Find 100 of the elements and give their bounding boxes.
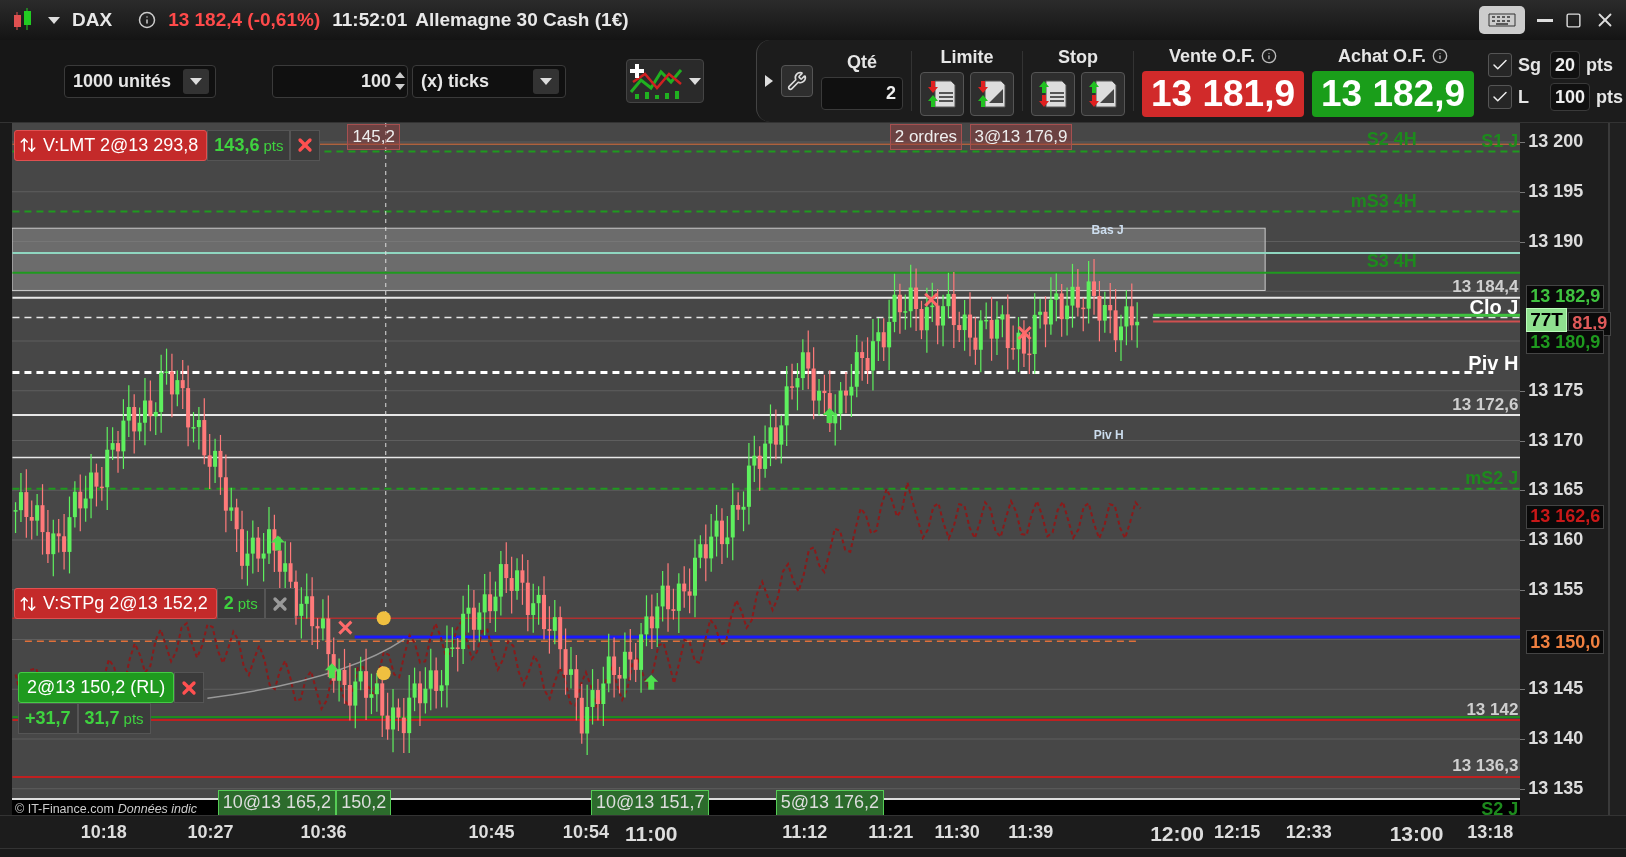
- dot-marker: [376, 611, 391, 626]
- price-tick-label: 13 135: [1528, 777, 1584, 799]
- level-label: S2 4H: [1366, 130, 1417, 148]
- disclaimer-text: Données indic: [117, 801, 198, 815]
- price-tick-label: 13 170: [1528, 429, 1584, 451]
- chart-plus-icon: [629, 62, 685, 100]
- ticks-mode-dropdown[interactable]: (x) ticks: [412, 64, 566, 98]
- execution-marker[interactable]: 5@13 176,2: [775, 789, 884, 815]
- info-icon[interactable]: [138, 11, 157, 29]
- execution-marker[interactable]: 10@13 151,7: [591, 789, 710, 815]
- quote-time: 11:52:01: [332, 9, 408, 31]
- level-label: Bas J: [1091, 224, 1124, 237]
- time-tick-label: 13:00: [1389, 822, 1444, 846]
- level-label: Clo J: [1469, 297, 1519, 317]
- cross-marker-icon: [923, 292, 939, 308]
- quantity-label: Qté: [847, 52, 877, 73]
- settings-button[interactable]: [781, 65, 813, 97]
- level-label: mS3 4H: [1350, 192, 1417, 211]
- info-icon[interactable]: [1261, 48, 1277, 64]
- instrument-name: Allemagne 30 Cash (1€): [415, 9, 629, 31]
- time-tick-label: 11:00: [624, 822, 678, 846]
- time-tick-label: 11:30: [934, 822, 980, 843]
- level-label: 13 184,4: [1452, 278, 1519, 296]
- units-dropdown[interactable]: 1000 unités: [64, 64, 216, 98]
- time-tick-label: 10:36: [300, 822, 347, 843]
- caret-icon: [190, 77, 202, 85]
- keyboard-button[interactable]: [1479, 6, 1525, 34]
- cancel-button[interactable]: [174, 672, 205, 704]
- level-label: S2 J: [1481, 800, 1519, 815]
- time-tick-label: 13:18: [1467, 822, 1514, 843]
- minimize-button[interactable]: [1537, 18, 1553, 22]
- checkbox[interactable]: [1488, 53, 1512, 77]
- position-pnl: +31,7: [18, 703, 78, 735]
- copyright-text: © IT-Finance.com: [15, 801, 114, 815]
- expand-arrow-icon[interactable]: [765, 75, 773, 87]
- price-tick-label: 13 195: [1528, 180, 1584, 202]
- up-arrow-icon: [270, 535, 285, 551]
- position-distance: 31,7 pts: [77, 703, 151, 735]
- price-tick-label: 13 165: [1528, 479, 1584, 501]
- sell-label: Vente O.F.: [1169, 45, 1255, 67]
- order-distance: 2 pts: [216, 588, 265, 620]
- order-marker[interactable]: 3@13 176,9: [969, 124, 1073, 150]
- order-type-button[interactable]: [920, 71, 964, 116]
- time-tick-label: 11:12: [782, 822, 828, 843]
- price-tag: 13 180,9: [1526, 330, 1605, 355]
- order-tag[interactable]: V:STPg 2@13 152,2: [14, 588, 217, 620]
- symbol-name[interactable]: DAX: [72, 9, 113, 31]
- up-arrow-icon: [644, 674, 659, 690]
- buy-price-button[interactable]: 13 182,9: [1312, 70, 1474, 117]
- time-tick-label: 10:45: [468, 822, 515, 843]
- cross-marker-icon: [337, 620, 353, 636]
- cross-marker-icon: [1017, 325, 1033, 341]
- order-distance: 143,6 pts: [207, 129, 291, 161]
- cancel-button[interactable]: [290, 129, 321, 161]
- order-type-button[interactable]: [1031, 71, 1075, 116]
- price-tag: 13 150,0: [1526, 630, 1605, 655]
- option-field[interactable]: 20: [1550, 51, 1581, 79]
- level-label: 13 142: [1466, 700, 1519, 718]
- option-field[interactable]: 100: [1550, 83, 1591, 111]
- drag-arrows-icon[interactable]: [19, 594, 37, 613]
- wrench-icon: [787, 71, 807, 91]
- order-type-button[interactable]: [1081, 71, 1125, 116]
- up-arrow-icon: [324, 663, 339, 679]
- limit-label: Limite: [940, 46, 994, 68]
- cancel-button[interactable]: [264, 588, 295, 620]
- position-tag[interactable]: 2@13 150,2 (RL): [18, 672, 175, 704]
- buy-label: Achat O.F.: [1338, 45, 1426, 67]
- time-tick-label: 11:39: [1008, 822, 1054, 843]
- price-tick-label: 13 200: [1528, 131, 1584, 152]
- minimize-icon: [1537, 18, 1553, 22]
- time-tick-label: 10:54: [562, 822, 609, 843]
- time-tick-label: 12:33: [1285, 822, 1332, 843]
- quote-change: 13 182,4 (-0,61%): [168, 9, 321, 31]
- checkbox[interactable]: [1488, 85, 1512, 109]
- indicator-button[interactable]: [626, 59, 704, 103]
- unit-label: pts: [1596, 86, 1624, 108]
- time-tick-label: 12:15: [1214, 822, 1261, 843]
- sell-price-button[interactable]: 13 181,9: [1142, 70, 1304, 117]
- caret-icon: [48, 16, 60, 24]
- order-type-button[interactable]: [970, 71, 1014, 116]
- level-label: Piv H: [1468, 353, 1519, 374]
- info-icon[interactable]: [1432, 48, 1448, 64]
- order-tag[interactable]: V:LMT 2@13 293,8: [14, 129, 208, 161]
- ticks-spinner[interactable]: 100: [272, 64, 408, 98]
- maximize-button[interactable]: [1565, 11, 1582, 29]
- price-tag: 13 182,9: [1526, 284, 1605, 309]
- time-tick-label: 10:18: [80, 822, 127, 843]
- price-tick-label: 13 175: [1528, 379, 1584, 401]
- unit-label: pts: [1586, 54, 1614, 76]
- time-tick-label: 11:21: [868, 822, 914, 843]
- drag-arrows-icon[interactable]: [19, 136, 37, 155]
- execution-marker[interactable]: 10@13 165,2: [217, 789, 337, 815]
- level-label: Piv H: [1093, 428, 1124, 441]
- time-tick-label: 12:00: [1150, 822, 1204, 846]
- caret-icon: [689, 77, 701, 85]
- order-marker[interactable]: 145,2: [347, 124, 400, 150]
- maximize-icon: [1565, 11, 1582, 29]
- execution-marker[interactable]: 150,2: [336, 789, 392, 815]
- order-marker[interactable]: 2 ordres: [889, 124, 963, 150]
- quantity-field[interactable]: 2: [821, 77, 903, 110]
